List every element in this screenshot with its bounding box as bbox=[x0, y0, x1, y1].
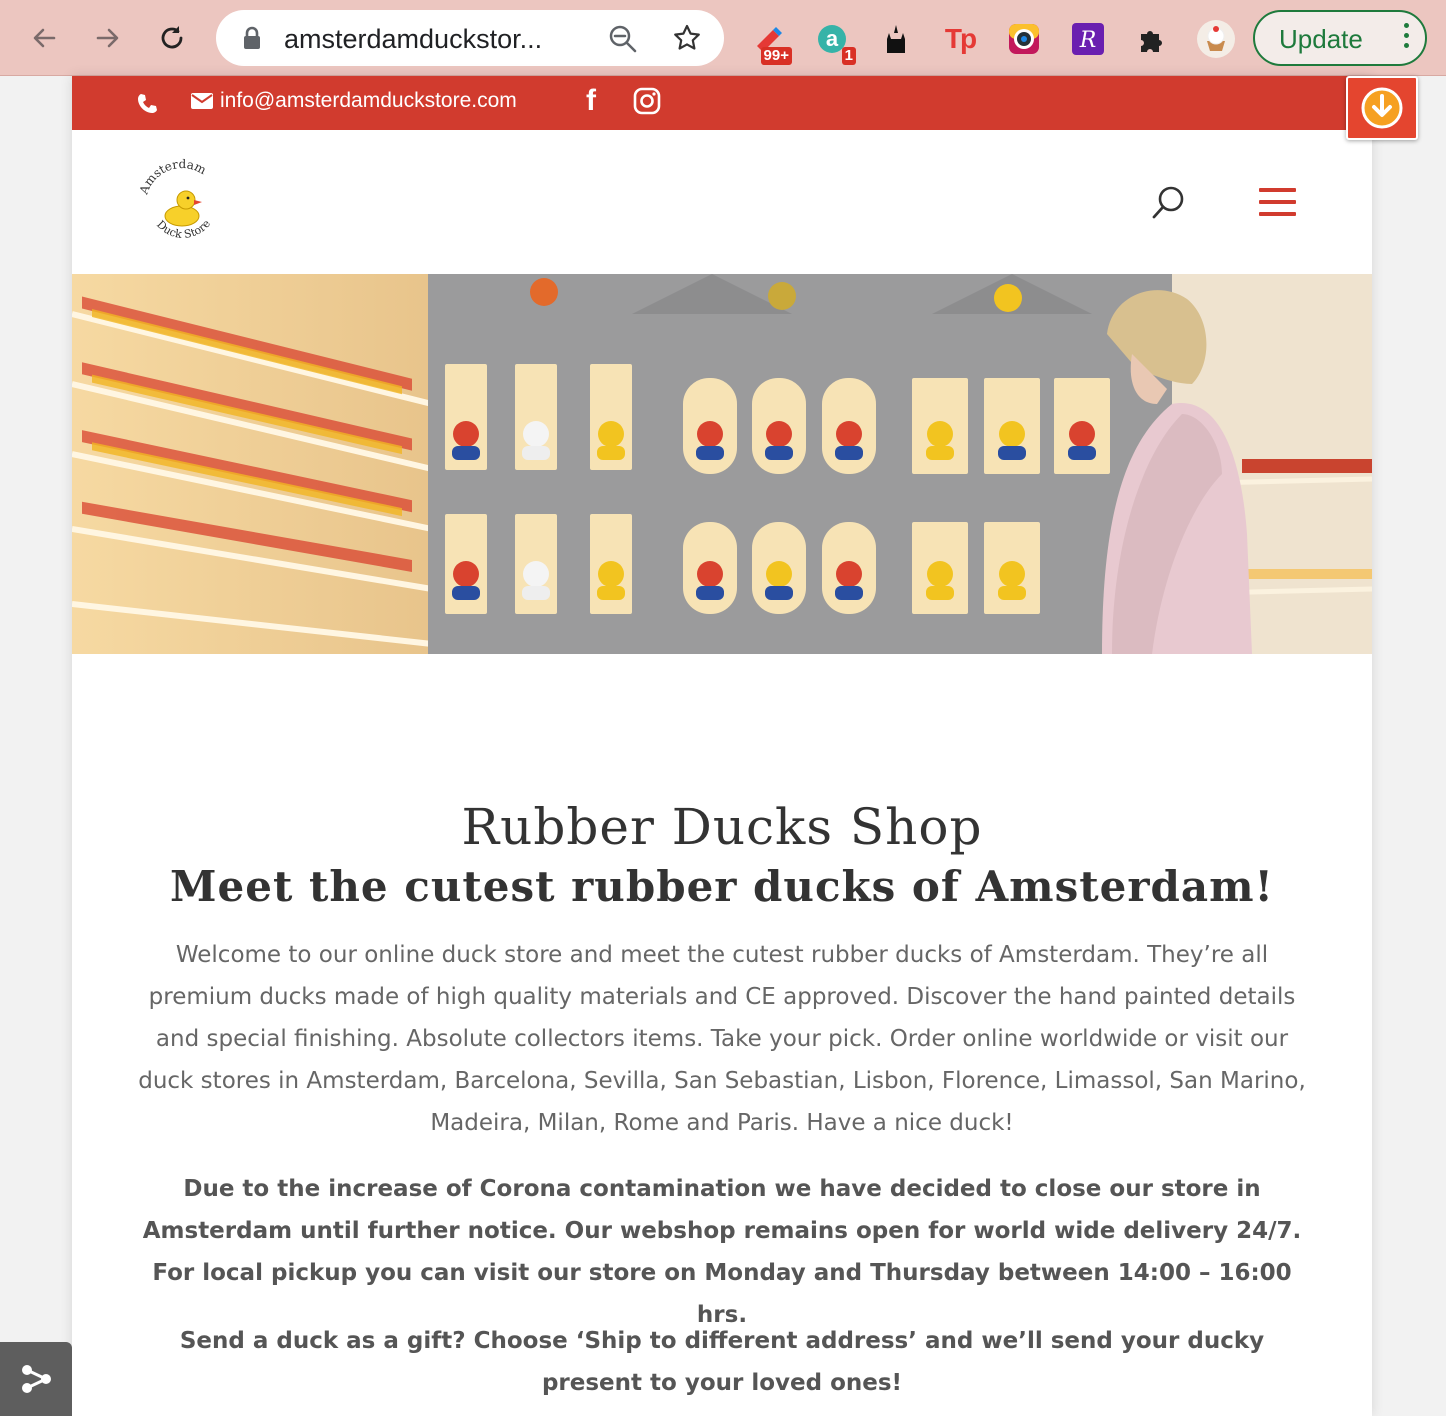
lock-icon bbox=[244, 26, 260, 49]
url-text: amsterdamduckstor... bbox=[284, 24, 543, 54]
share-widget-button[interactable] bbox=[0, 1342, 72, 1416]
extension-badge: 99+ bbox=[760, 47, 792, 65]
instagram-icon[interactable] bbox=[633, 87, 661, 115]
camera-extension-icon[interactable] bbox=[1004, 19, 1044, 59]
share-nodes-icon bbox=[22, 1365, 51, 1393]
email-link[interactable]: info@amsterdamduckstore.com bbox=[220, 89, 517, 113]
hamburger-menu-icon[interactable] bbox=[1259, 188, 1296, 224]
toolbox-extension-icon[interactable]: 99+ bbox=[748, 19, 792, 65]
address-bar[interactable]: amsterdamduckstor... bbox=[216, 10, 724, 66]
page-title: Rubber Ducks Shop bbox=[461, 798, 983, 856]
extension-badge: 1 bbox=[841, 47, 856, 65]
svg-text:a: a bbox=[826, 26, 839, 51]
back-button[interactable] bbox=[24, 18, 64, 58]
r-extension-icon[interactable]: R bbox=[1068, 19, 1108, 59]
corona-notice: Due to the increase of Corona contaminat… bbox=[142, 1176, 1302, 1328]
phone-icon[interactable] bbox=[136, 91, 160, 115]
bookmark-star-icon[interactable] bbox=[672, 23, 702, 53]
castle-extension-icon[interactable] bbox=[876, 19, 916, 59]
update-button[interactable]: Update bbox=[1253, 10, 1427, 66]
site-logo[interactable]: Amsterdam Duck Store bbox=[136, 157, 228, 254]
browser-toolbar: amsterdamduckstor... 99+ a 1 Tp R Update bbox=[0, 0, 1446, 76]
facebook-icon[interactable]: f bbox=[586, 84, 596, 118]
more-vert-icon bbox=[1404, 23, 1409, 48]
mail-icon bbox=[191, 93, 213, 109]
zoom-icon[interactable] bbox=[608, 24, 638, 54]
download-arrow-icon bbox=[1361, 87, 1403, 129]
gift-notice: Send a duck as a gift? Choose ‘Ship to d… bbox=[179, 1328, 1265, 1396]
forward-button[interactable] bbox=[88, 18, 128, 58]
web-page: info@amsterdamduckstore.com f Amsterdam … bbox=[72, 76, 1372, 1416]
forward-arrow-icon bbox=[96, 28, 119, 48]
tp-extension-icon[interactable]: Tp bbox=[940, 19, 980, 59]
back-arrow-icon bbox=[33, 28, 56, 48]
a-extension-icon[interactable]: a 1 bbox=[812, 19, 856, 65]
intro-paragraph: Welcome to our online duck store and mee… bbox=[138, 942, 1306, 1136]
reload-button[interactable] bbox=[152, 18, 192, 58]
site-header: Amsterdam Duck Store bbox=[72, 130, 1372, 274]
reload-icon bbox=[161, 26, 183, 49]
profile-avatar-icon[interactable] bbox=[1196, 19, 1236, 59]
puzzle-extension-icon[interactable] bbox=[1132, 19, 1172, 59]
page-subtitle: Meet the cutest rubber ducks of Amsterda… bbox=[170, 862, 1274, 911]
svg-text:R: R bbox=[1079, 28, 1097, 53]
contact-bar: info@amsterdamduckstore.com f bbox=[72, 76, 1372, 130]
download-widget-button[interactable] bbox=[1346, 76, 1418, 140]
search-icon[interactable] bbox=[1151, 184, 1187, 222]
hero-image bbox=[72, 274, 1372, 654]
